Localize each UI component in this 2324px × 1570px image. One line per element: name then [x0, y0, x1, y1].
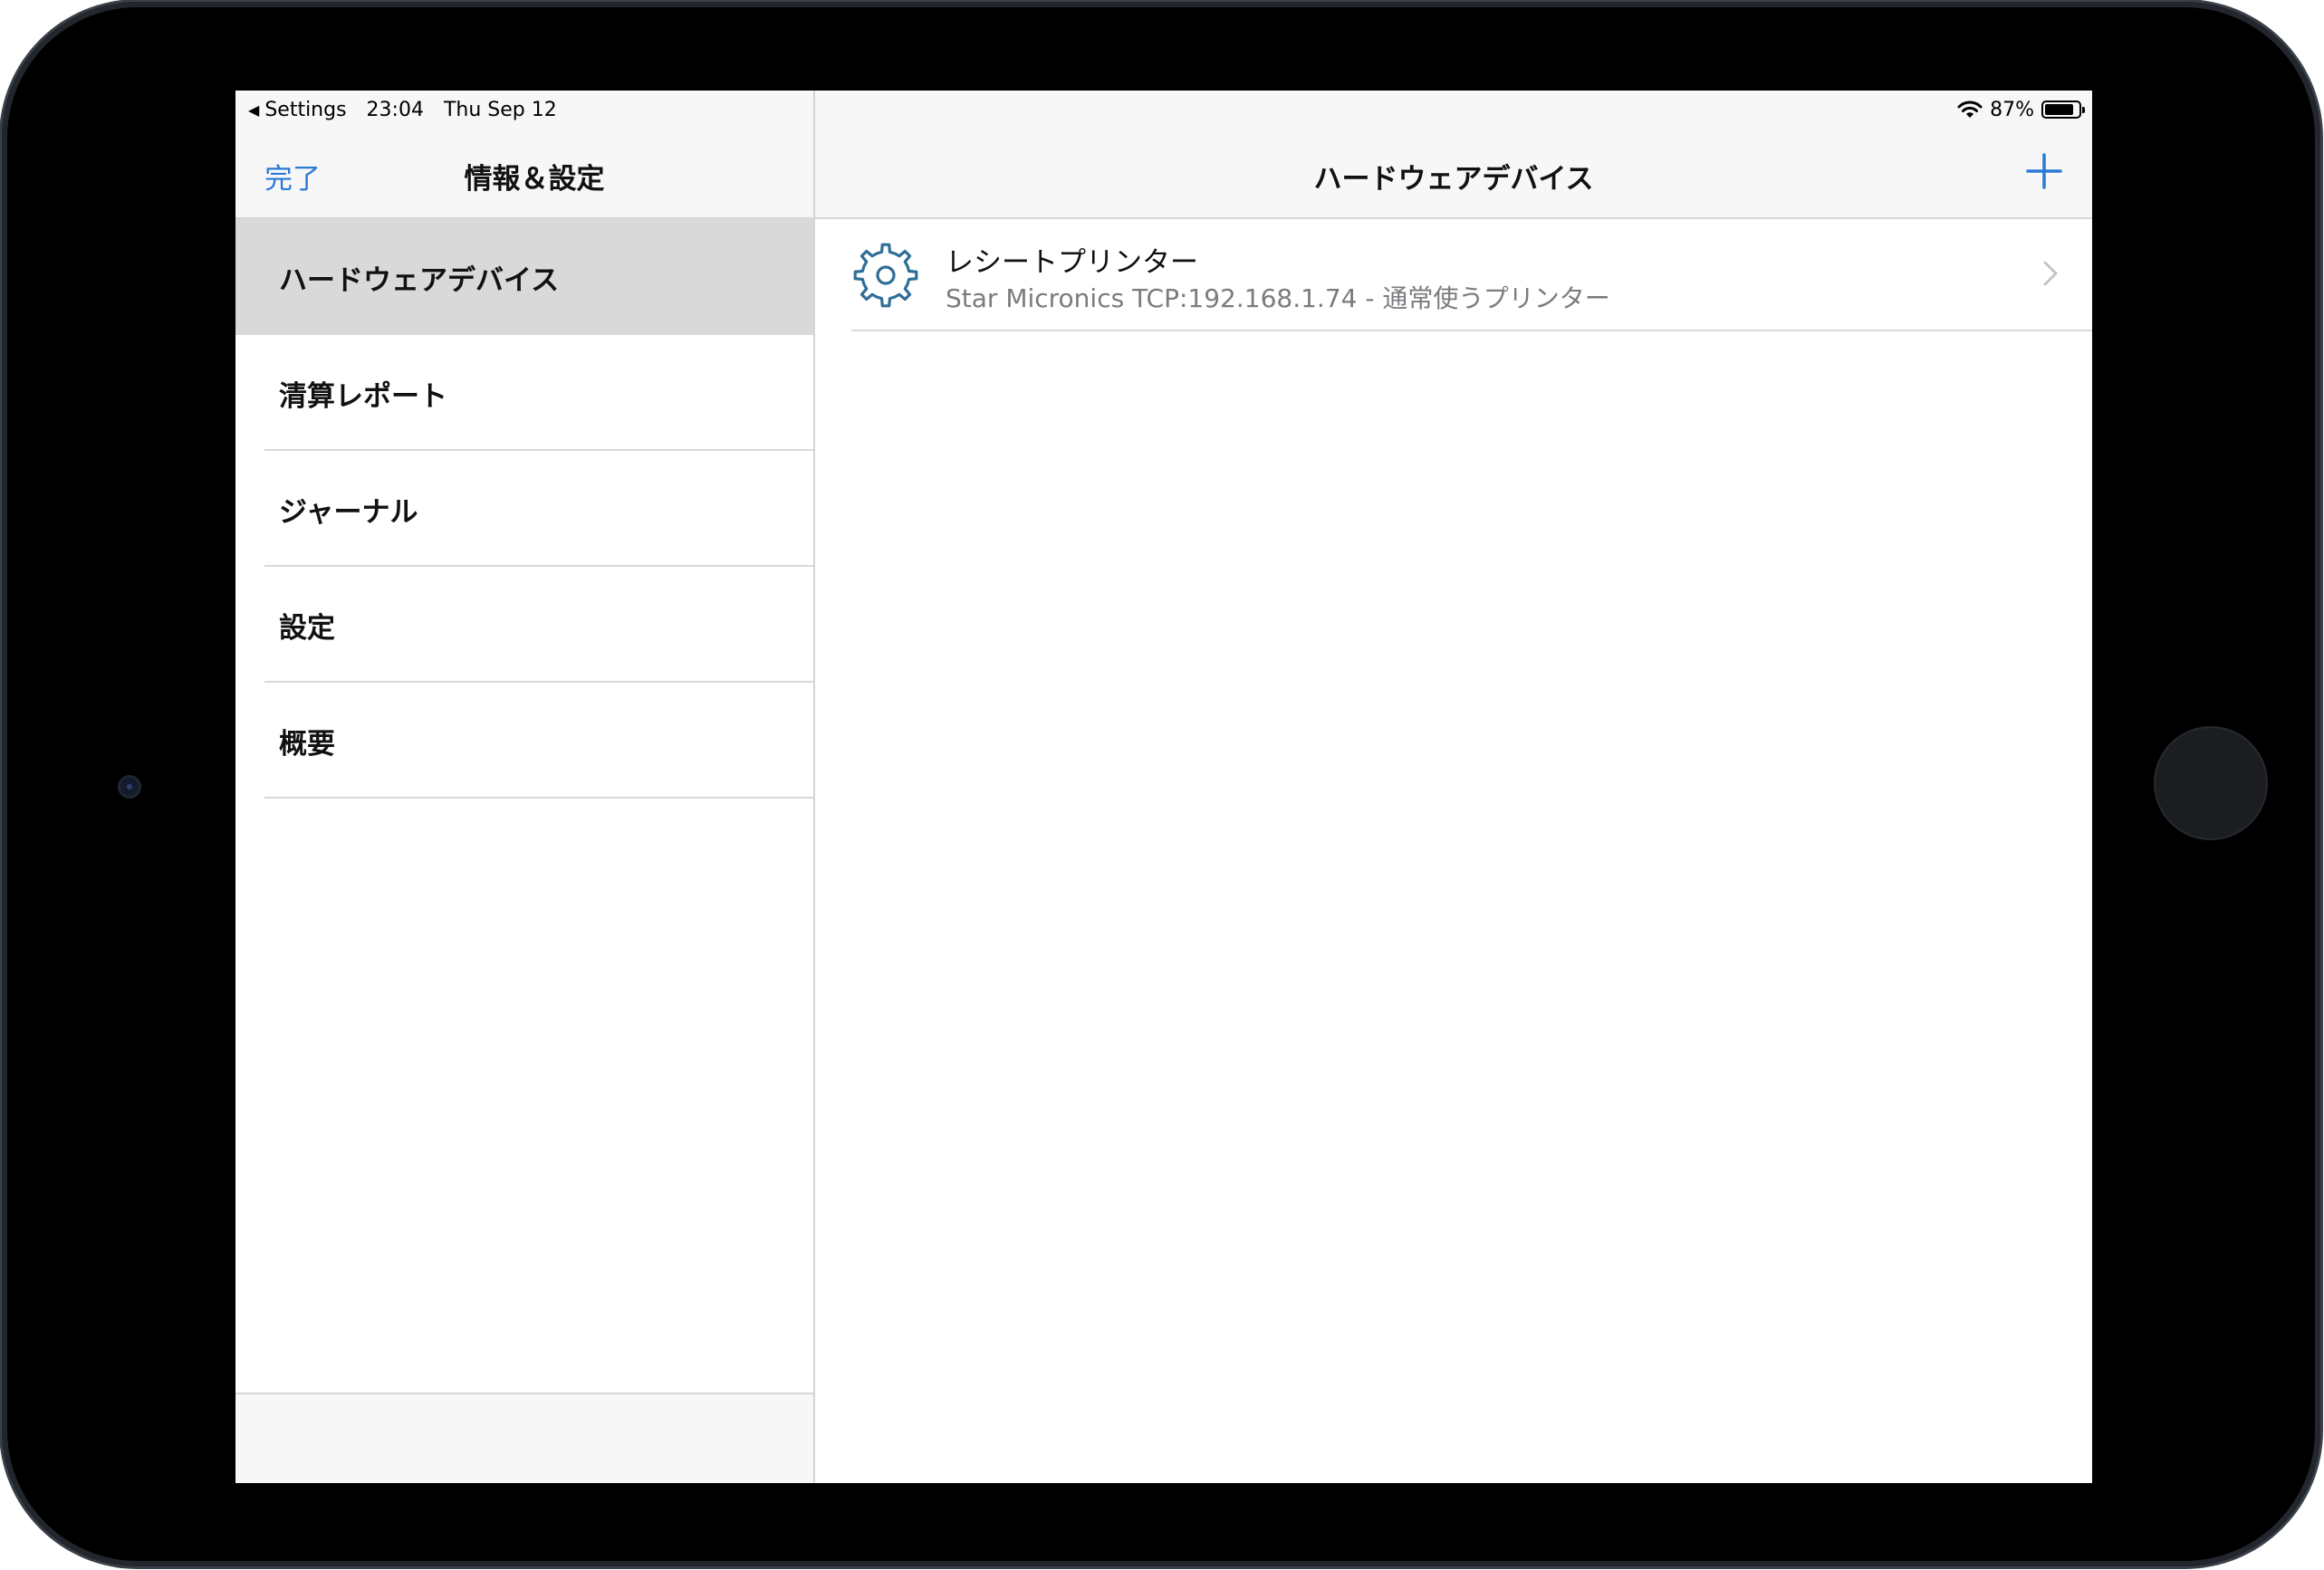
status-date: Thu Sep 12: [443, 98, 557, 121]
battery-level: [2045, 104, 2074, 115]
detail-title: ハードウェアデバイス: [1313, 163, 1594, 196]
plus-icon[interactable]: [2023, 150, 2065, 192]
master-navigation-bar: ◀ Settings 23:04 Thu Sep 12 完了 情報＆設定: [235, 91, 813, 219]
front-camera: [118, 775, 141, 799]
device-title: レシートプリンター: [946, 246, 1198, 279]
status-time: 23:04: [366, 98, 424, 121]
device-subtitle: Star Micronics TCP:192.168.1.74 - 通常使うプリ…: [946, 283, 1610, 313]
battery-icon: [2041, 101, 2085, 119]
menu-item-overview[interactable]: 概要: [235, 683, 813, 799]
ipad-frame: ◀ Settings 23:04 Thu Sep 12 完了 情報＆設定 ハード…: [2, 2, 2320, 1566]
detail-panel: 87% ハードウェアデバイス レシートプリンター Star Micronics …: [815, 91, 2092, 1483]
menu-item-label: 設定: [279, 611, 335, 645]
detail-navigation-bar: 87% ハードウェアデバイス: [815, 91, 2092, 219]
menu-item-label: 概要: [279, 727, 335, 761]
battery-percentage: 87%: [1990, 98, 2034, 121]
home-button[interactable]: [2154, 726, 2268, 840]
master-toolbar: [235, 1393, 813, 1483]
status-bar-right: 87%: [1957, 96, 2085, 123]
gear-icon: [853, 243, 918, 308]
status-bar-left: ◀ Settings 23:04 Thu Sep 12: [248, 97, 557, 122]
menu-item-journal[interactable]: ジャーナル: [235, 451, 813, 567]
screen: ◀ Settings 23:04 Thu Sep 12 完了 情報＆設定 ハード…: [235, 91, 2092, 1483]
menu-item-label: 清算レポート: [279, 379, 447, 413]
master-title: 情報＆設定: [464, 163, 605, 196]
device-row-receipt-printer[interactable]: レシートプリンター Star Micronics TCP:192.168.1.7…: [851, 219, 2092, 331]
wifi-icon: [1957, 101, 1983, 118]
menu-item-hardware-devices[interactable]: ハードウェアデバイス: [235, 219, 813, 335]
back-arrow-icon[interactable]: ◀: [248, 101, 259, 119]
master-panel: ◀ Settings 23:04 Thu Sep 12 完了 情報＆設定 ハード…: [235, 91, 815, 1483]
chevron-right-icon: [2043, 261, 2058, 286]
menu-item-label: ハードウェアデバイス: [279, 263, 560, 297]
back-to-settings-link[interactable]: Settings: [264, 99, 346, 121]
settings-menu-list: ハードウェアデバイス 清算レポート ジャーナル 設定 概要: [235, 219, 813, 799]
menu-item-settings[interactable]: 設定: [235, 567, 813, 683]
done-button[interactable]: 完了: [264, 156, 321, 196]
menu-item-label: ジャーナル: [279, 495, 418, 529]
menu-item-settlement-report[interactable]: 清算レポート: [235, 335, 813, 451]
